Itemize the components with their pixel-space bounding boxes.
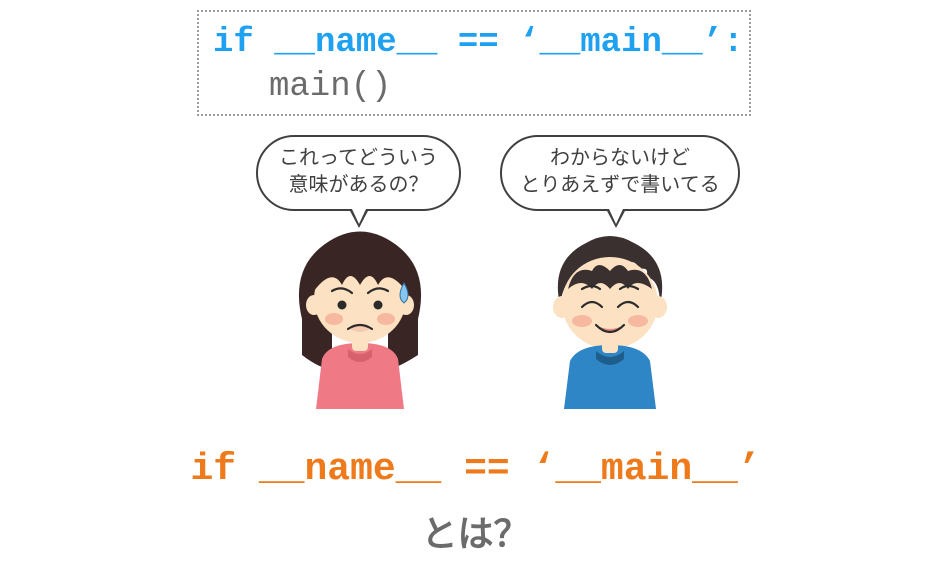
speech-bubble-left-line2: 意味があるの？ bbox=[272, 172, 445, 199]
code-line-1: if __name__ == ‘__main__’: bbox=[213, 24, 735, 62]
character-girl bbox=[270, 219, 450, 424]
speech-bubble-left-line1: これってどういう bbox=[272, 145, 445, 172]
code-snippet-box: if __name__ == ‘__main__’: main() bbox=[197, 10, 751, 116]
speech-bubble-right: わからないけど とりあえずで書いてる bbox=[500, 135, 740, 211]
title-question: とは？ bbox=[0, 505, 951, 557]
speech-bubble-left: これってどういう 意味があるの？ bbox=[256, 135, 461, 211]
title-code-line: if __name__ == ‘__main__’ bbox=[0, 448, 951, 491]
speech-bubble-right-line1: わからないけど bbox=[516, 145, 724, 172]
code-line-2: main() bbox=[213, 68, 735, 106]
speech-bubble-right-line2: とりあえずで書いてる bbox=[516, 172, 724, 199]
girl-icon bbox=[270, 219, 450, 419]
boy-icon bbox=[520, 219, 700, 419]
slide-stage: if __name__ == ‘__main__’: main() これってどう… bbox=[0, 0, 951, 569]
character-boy bbox=[520, 219, 700, 424]
